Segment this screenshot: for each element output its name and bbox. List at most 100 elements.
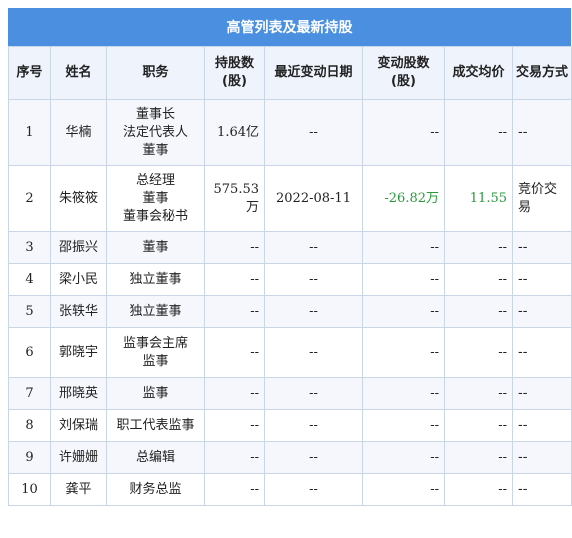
executive-name: 许姗姗 [50, 441, 107, 474]
row-number: 8 [8, 409, 51, 442]
header-change-shares: 变动股数 (股) [362, 46, 445, 100]
row-number: 5 [8, 295, 51, 328]
table-row: 3 邵振兴 董事 -- -- -- -- -- [8, 231, 572, 264]
executive-position: 独立董事 [106, 295, 205, 328]
executive-position: 财务总监 [106, 473, 205, 506]
table-header-row: 序号 姓名 职务 持股数 (股) 最近变动日期 变动股数 (股) 成交均价 交易… [8, 46, 572, 100]
table-row: 6 郭晓宇 监事会主席 监事 -- -- -- -- -- [8, 327, 572, 378]
trade-method: -- [512, 99, 572, 166]
executive-name: 邵振兴 [50, 231, 107, 264]
executive-name: 郭晓宇 [50, 327, 107, 378]
change-date: -- [264, 441, 363, 474]
shares-held: -- [204, 409, 265, 442]
trade-method: -- [512, 409, 572, 442]
executive-table: 序号 姓名 职务 持股数 (股) 最近变动日期 变动股数 (股) 成交均价 交易… [8, 46, 572, 506]
header-name: 姓名 [50, 46, 107, 100]
change-date: -- [264, 473, 363, 506]
shares-held: -- [204, 231, 265, 264]
change-date: -- [264, 99, 363, 166]
change-shares: -- [362, 441, 445, 474]
executive-name: 华楠 [50, 99, 107, 166]
table-row: 4 梁小民 独立董事 -- -- -- -- -- [8, 263, 572, 296]
avg-price: -- [444, 377, 513, 410]
table-row: 5 张轶华 独立董事 -- -- -- -- -- [8, 295, 572, 328]
header-position: 职务 [106, 46, 205, 100]
change-shares: -- [362, 473, 445, 506]
change-shares: -- [362, 409, 445, 442]
trade-method: -- [512, 377, 572, 410]
shares-held: -- [204, 263, 265, 296]
trade-method: -- [512, 295, 572, 328]
change-shares: -26.82万 [362, 165, 445, 232]
executive-table-panel: 高管列表及最新持股 序号 姓名 职务 持股数 (股) 最近变动日期 变动股数 (… [8, 8, 572, 506]
executive-name: 龚平 [50, 473, 107, 506]
header-change-date: 最近变动日期 [264, 46, 363, 100]
change-shares: -- [362, 263, 445, 296]
shares-held: -- [204, 327, 265, 378]
table-row: 7 邢晓英 监事 -- -- -- -- -- [8, 377, 572, 410]
header-avg-price: 成交均价 [444, 46, 513, 100]
shares-held: -- [204, 295, 265, 328]
row-number: 10 [8, 473, 51, 506]
executive-position: 独立董事 [106, 263, 205, 296]
shares-held: -- [204, 441, 265, 474]
executive-position: 董事长 法定代表人 董事 [106, 99, 205, 166]
executive-name: 刘保瑞 [50, 409, 107, 442]
executive-name: 梁小民 [50, 263, 107, 296]
header-shares: 持股数 (股) [204, 46, 265, 100]
table-row: 10 龚平 财务总监 -- -- -- -- -- [8, 473, 572, 506]
table-row: 8 刘保瑞 职工代表监事 -- -- -- -- -- [8, 409, 572, 442]
table-row: 1 华楠 董事长 法定代表人 董事 1.64亿 -- -- -- -- [8, 99, 572, 166]
trade-method: -- [512, 231, 572, 264]
avg-price: -- [444, 263, 513, 296]
executive-position: 监事会主席 监事 [106, 327, 205, 378]
trade-method: 竞价交易 [512, 165, 572, 232]
shares-held: -- [204, 473, 265, 506]
change-date: -- [264, 231, 363, 264]
executive-position: 总编辑 [106, 441, 205, 474]
avg-price: -- [444, 327, 513, 378]
executive-name: 朱筱筱 [50, 165, 107, 232]
row-number: 2 [8, 165, 51, 232]
executive-name: 邢晓英 [50, 377, 107, 410]
row-number: 3 [8, 231, 51, 264]
executive-position: 董事 [106, 231, 205, 264]
change-date: -- [264, 295, 363, 328]
row-number: 9 [8, 441, 51, 474]
trade-method: -- [512, 327, 572, 378]
avg-price: -- [444, 441, 513, 474]
avg-price: -- [444, 473, 513, 506]
executive-position: 总经理 董事 董事会秘书 [106, 165, 205, 232]
change-shares: -- [362, 327, 445, 378]
row-number: 7 [8, 377, 51, 410]
row-number: 6 [8, 327, 51, 378]
trade-method: -- [512, 473, 572, 506]
change-date: -- [264, 409, 363, 442]
change-shares: -- [362, 231, 445, 264]
header-no: 序号 [8, 46, 51, 100]
executive-position: 监事 [106, 377, 205, 410]
change-shares: -- [362, 295, 445, 328]
change-date: -- [264, 263, 363, 296]
change-date: -- [264, 327, 363, 378]
shares-held: 575.53万 [204, 165, 265, 232]
row-number: 4 [8, 263, 51, 296]
avg-price: -- [444, 409, 513, 442]
change-shares: -- [362, 377, 445, 410]
avg-price: -- [444, 295, 513, 328]
trade-method: -- [512, 263, 572, 296]
change-shares: -- [362, 99, 445, 166]
change-date: -- [264, 377, 363, 410]
avg-price: -- [444, 231, 513, 264]
avg-price: -- [444, 99, 513, 166]
header-trade-method: 交易方式 [512, 46, 572, 100]
trade-method: -- [512, 441, 572, 474]
shares-held: -- [204, 377, 265, 410]
row-number: 1 [8, 99, 51, 166]
table-title: 高管列表及最新持股 [8, 8, 571, 46]
shares-held: 1.64亿 [204, 99, 265, 166]
executive-name: 张轶华 [50, 295, 107, 328]
executive-position: 职工代表监事 [106, 409, 205, 442]
table-row: 9 许姗姗 总编辑 -- -- -- -- -- [8, 441, 572, 474]
table-row: 2 朱筱筱 总经理 董事 董事会秘书 575.53万 2022-08-11 -26.82万… [8, 165, 572, 232]
